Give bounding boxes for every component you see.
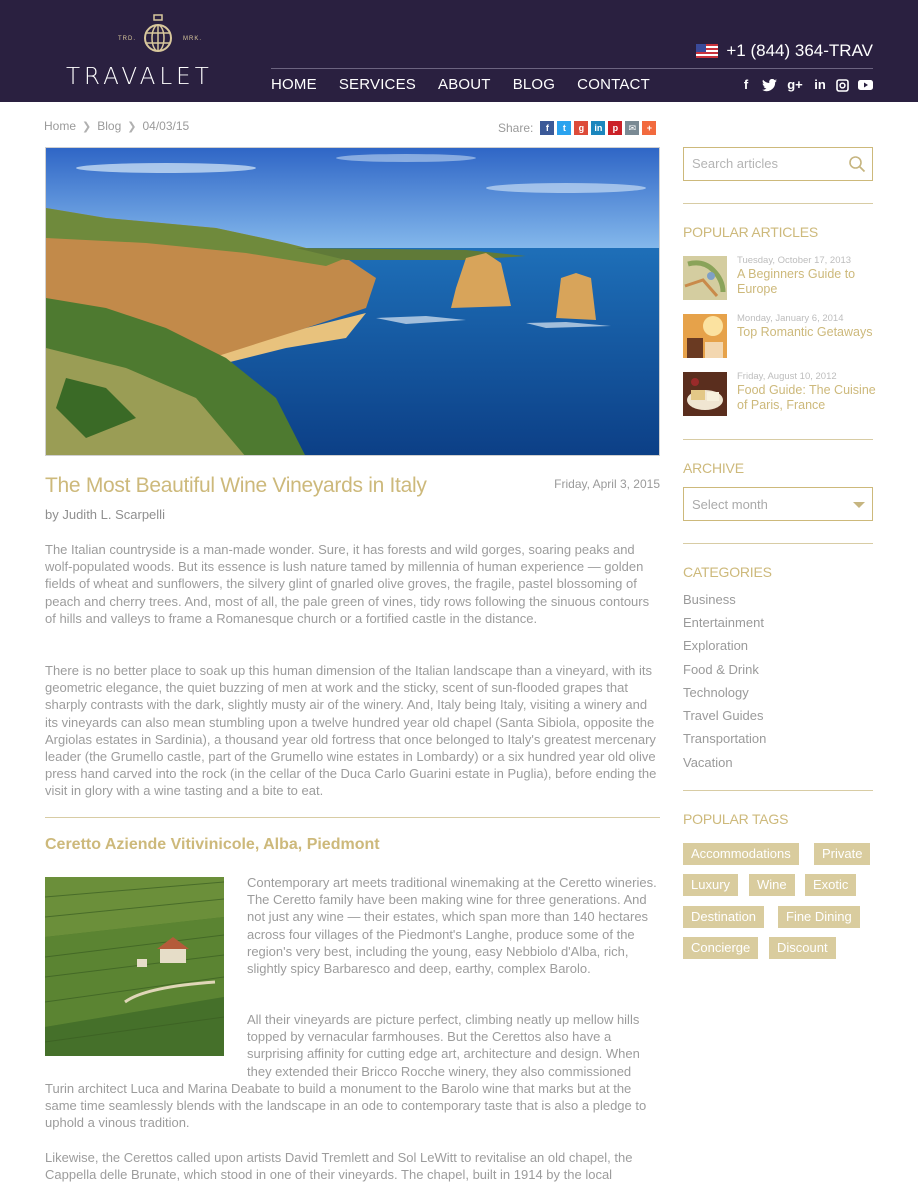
phone-number[interactable]: +1 (844) 364-TRAV [696, 41, 873, 61]
main-nav: HOME SERVICES ABOUT BLOG CONTACT [271, 76, 672, 93]
pinterest-icon[interactable]: p [608, 121, 623, 135]
site-header: TRD. MRK. TRAVALET +1 (844) 364-TRAV HOM… [0, 0, 918, 102]
tag-discount[interactable]: Discount [769, 937, 836, 959]
nav-about[interactable]: ABOUT [438, 76, 491, 93]
archive-heading: ARCHIVE [683, 460, 744, 476]
linkedin-icon[interactable]: in [813, 77, 827, 93]
social-links: f g+ in [739, 77, 873, 93]
category-link[interactable]: Exploration [683, 638, 748, 653]
linkedin-icon[interactable]: in [591, 121, 606, 135]
article-paragraph: Likewise, the Cerettos called upon artis… [45, 1150, 633, 1183]
popular-articles-heading: POPULAR ARTICLES [683, 224, 819, 240]
google-plus-icon[interactable]: g+ [786, 77, 804, 93]
google-plus-icon[interactable]: g [574, 121, 589, 135]
popular-article-title[interactable]: Top Romantic Getaways [737, 325, 877, 340]
breadcrumb-home[interactable]: Home [44, 119, 76, 133]
category-link[interactable]: Technology [683, 685, 749, 700]
globe-emblem-icon [144, 14, 172, 52]
sidebar-divider [683, 439, 873, 440]
tag-concierge[interactable]: Concierge [683, 937, 759, 959]
logo-tm-left: TRD. [118, 36, 136, 42]
breadcrumb-current: 04/03/15 [142, 119, 190, 133]
popular-article-date: Monday, January 6, 2014 [737, 313, 844, 324]
sidebar-divider [683, 203, 873, 204]
logo-wordmark: TRAVALET [66, 64, 213, 90]
tag-luxury[interactable]: Luxury [683, 874, 739, 896]
twitter-icon[interactable]: t [557, 121, 572, 135]
category-link[interactable]: Transportation [683, 731, 766, 746]
facebook-icon[interactable]: f [739, 77, 753, 93]
more-icon[interactable]: + [642, 121, 657, 135]
sidebar-divider [683, 543, 873, 544]
chevron-right-icon: ❯ [82, 120, 92, 133]
popular-article-date: Friday, August 10, 2012 [737, 371, 837, 382]
hero-image [45, 147, 660, 456]
article-paragraph: The Italian countryside is a man-made wo… [45, 542, 650, 626]
facebook-icon[interactable]: f [540, 121, 555, 135]
chevron-down-icon [853, 502, 865, 508]
email-icon[interactable]: ✉ [625, 121, 640, 135]
popular-article-date: Tuesday, October 17, 2013 [737, 255, 852, 266]
article-author: by Judith L. Scarpelli [45, 507, 165, 522]
nav-divider [271, 68, 873, 69]
tag-wine[interactable]: Wine [749, 874, 795, 896]
category-link[interactable]: Vacation [683, 755, 733, 770]
archive-select-value: Select month [692, 497, 768, 512]
category-link[interactable]: Entertainment [683, 615, 764, 630]
tag-fine-dining[interactable]: Fine Dining [778, 906, 860, 928]
logo-tm-right: MRK. [183, 36, 202, 42]
getaway-thumbnail [683, 314, 727, 358]
nav-contact[interactable]: CONTACT [577, 76, 650, 93]
tag-destination[interactable]: Destination [683, 906, 765, 928]
category-link[interactable]: Food & Drink [683, 662, 759, 677]
popular-article-item[interactable]: Monday, January 6, 2014 Top Romantic Get… [683, 313, 873, 362]
paragraph-wrapped-part: All their vineyards are picture perfect,… [247, 1012, 640, 1079]
phone-text: +1 (844) 364-TRAV [726, 41, 873, 60]
twitter-icon[interactable] [762, 78, 777, 92]
article-paragraph: There is no better place to soak up this… [45, 663, 657, 799]
article-paragraph: Contemporary art meets traditional winem… [247, 875, 657, 977]
share-bar: Share: f t g in p ✉ + [498, 121, 657, 135]
section-divider [45, 817, 660, 818]
breadcrumb-blog[interactable]: Blog [97, 119, 121, 133]
search-input[interactable] [692, 156, 842, 171]
logo[interactable]: TRD. MRK. TRAVALET [66, 14, 250, 90]
article-paragraph: All their vineyards are picture perfect,… [45, 1011, 660, 1131]
archive-month-select[interactable]: Select month [683, 487, 873, 521]
tag-exotic[interactable]: Exotic [805, 874, 857, 896]
us-flag-icon [696, 44, 719, 58]
nav-home[interactable]: HOME [271, 76, 317, 93]
search-box [683, 147, 873, 181]
categories-heading: CATEGORIES [683, 564, 772, 580]
chevron-right-icon: ❯ [127, 120, 137, 133]
youtube-icon[interactable] [858, 79, 873, 91]
nav-blog[interactable]: BLOG [513, 76, 555, 93]
breadcrumb: Home ❯ Blog ❯ 04/03/15 [44, 119, 189, 133]
tag-private[interactable]: Private [814, 843, 871, 865]
search-icon[interactable] [848, 155, 866, 173]
instagram-icon[interactable] [836, 78, 849, 92]
food-thumbnail [683, 372, 727, 416]
popular-tags-heading: POPULAR TAGS [683, 811, 789, 827]
popular-article-item[interactable]: Tuesday, October 17, 2013 A Beginners Gu… [683, 255, 873, 304]
section-title: Ceretto Aziende Vitivinicole, Alba, Pied… [45, 836, 380, 853]
popular-article-item[interactable]: Friday, August 10, 2012 Food Guide: The … [683, 371, 876, 420]
category-link[interactable]: Business [683, 592, 736, 607]
tag-accommodations[interactable]: Accommodations [683, 843, 799, 865]
paragraph-full-part: Turin architect Luca and Marina Deabate … [45, 1080, 647, 1131]
popular-article-title[interactable]: A Beginners Guide to Europe [737, 267, 877, 297]
share-label: Share: [498, 121, 534, 135]
sidebar-divider [683, 790, 873, 791]
map-thumbnail [683, 256, 727, 300]
nav-services[interactable]: SERVICES [339, 76, 416, 93]
article-date: Friday, April 3, 2015 [554, 477, 660, 491]
category-link[interactable]: Travel Guides [683, 708, 763, 723]
article-title: The Most Beautiful Wine Vineyards in Ita… [45, 474, 427, 497]
popular-article-title[interactable]: Food Guide: The Cuisine of Paris, France [737, 383, 877, 413]
